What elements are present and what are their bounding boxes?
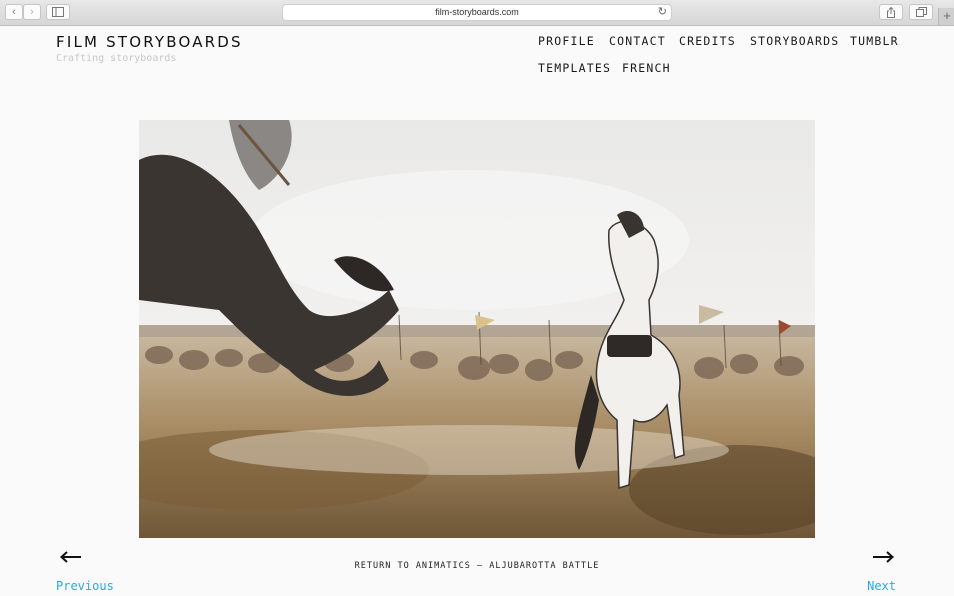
battle-illustration: [139, 120, 815, 538]
site-tagline: Crafting storyboards: [56, 53, 177, 64]
storyboard-image: [139, 120, 815, 538]
nav-profile[interactable]: PROFILE: [538, 34, 595, 48]
reload-icon[interactable]: ↻: [658, 5, 667, 20]
nav-credits[interactable]: CREDITS: [679, 34, 736, 48]
back-icon: ‹: [12, 6, 16, 18]
previous-link[interactable]: Previous: [56, 579, 114, 593]
site-title[interactable]: FILM STORYBOARDS: [56, 33, 243, 51]
sidebar-toggle-button[interactable]: [46, 4, 70, 20]
address-bar[interactable]: film-storyboards.com ↻: [282, 4, 672, 21]
forward-button[interactable]: ›: [23, 4, 41, 20]
browser-toolbar: ‹ › film-storyboards.com ↻ +: [0, 0, 954, 26]
nav-storyboards[interactable]: STORYBOARDS: [750, 34, 839, 48]
new-tab-button[interactable]: +: [938, 8, 954, 25]
post-caption: RETURN TO ANIMATICS — ALJUBAROTTA BATTLE: [354, 561, 600, 571]
share-button[interactable]: [879, 4, 903, 20]
back-button[interactable]: ‹: [5, 4, 23, 20]
url-text: film-storyboards.com: [435, 7, 519, 17]
nav-contact[interactable]: CONTACT: [609, 34, 666, 48]
forward-icon: ›: [30, 6, 34, 18]
plus-icon: +: [943, 8, 951, 23]
share-icon: [887, 7, 895, 18]
sidebar-icon: [52, 7, 64, 17]
nav-templates[interactable]: TEMPLATES: [538, 61, 611, 75]
tabs-icon: [915, 7, 927, 17]
arrow-right-icon[interactable]: [872, 551, 894, 563]
next-link[interactable]: Next: [867, 579, 896, 593]
show-tabs-button[interactable]: [909, 4, 933, 20]
nav-tumblr[interactable]: TUMBLR: [850, 34, 899, 48]
nav-french[interactable]: FRENCH: [622, 61, 671, 75]
